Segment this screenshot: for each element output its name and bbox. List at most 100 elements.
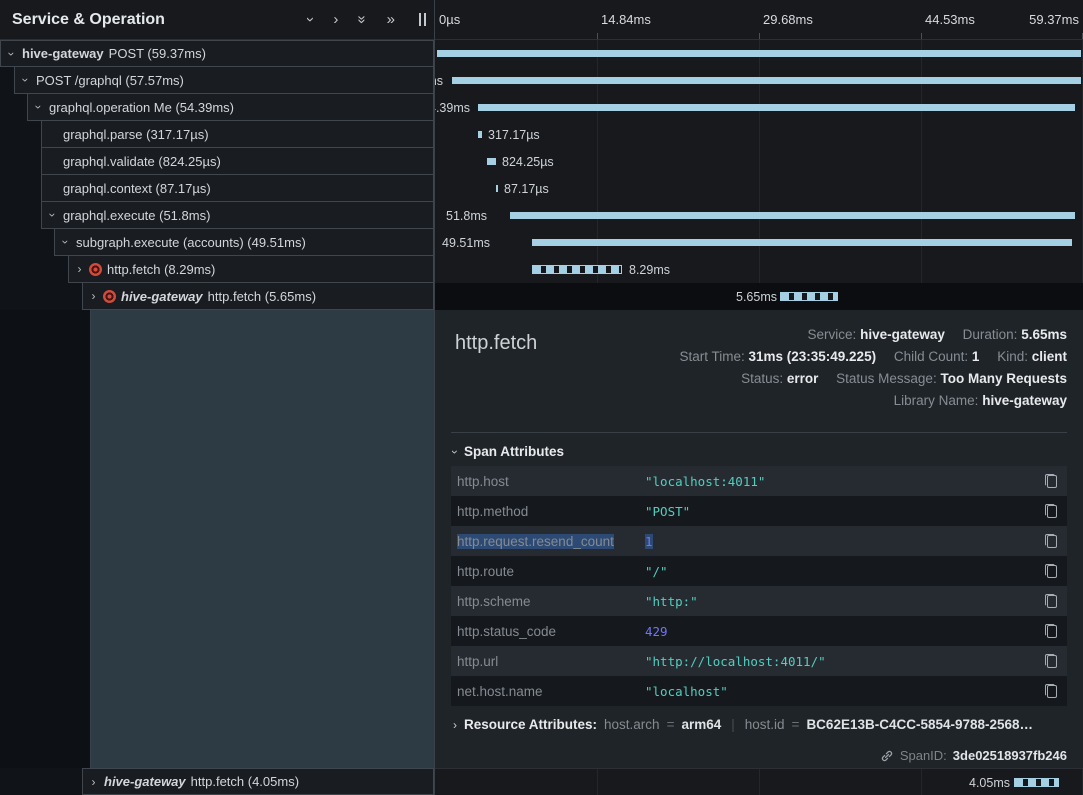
timeline-row[interactable]: 49.51ms bbox=[435, 229, 1083, 256]
tree-row[interactable]: › subgraph.execute (accounts) (49.51ms) bbox=[0, 229, 434, 256]
duration-label: 87.17µs bbox=[504, 182, 549, 196]
tree-row[interactable]: graphql.parse (317.17µs) bbox=[0, 121, 434, 148]
copy-icon[interactable] bbox=[1045, 654, 1057, 668]
timeline-bar[interactable] bbox=[437, 50, 1081, 57]
timeline-bar[interactable] bbox=[532, 239, 1072, 246]
link-icon[interactable] bbox=[880, 749, 894, 763]
span-attributes-table: http.host "localhost:4011" http.method "… bbox=[451, 466, 1067, 706]
double-chevron-down-icon[interactable]: » bbox=[355, 15, 370, 23]
tree-row[interactable]: › http.fetch (8.29ms) bbox=[0, 256, 434, 283]
timeline-bar[interactable] bbox=[478, 131, 482, 138]
chevron-right-icon[interactable]: › bbox=[88, 290, 99, 302]
copy-icon[interactable] bbox=[1045, 594, 1057, 608]
attr-row-selected[interactable]: http.request.resend_count 1 bbox=[451, 526, 1067, 556]
timeline-bar[interactable] bbox=[780, 292, 838, 301]
chevron-down-icon[interactable]: › bbox=[20, 75, 32, 86]
meta-label: Status Message: bbox=[836, 371, 937, 386]
timeline-row[interactable] bbox=[435, 40, 1083, 67]
attr-key: http.host bbox=[457, 474, 645, 489]
ruler-tickmark bbox=[759, 33, 760, 39]
chevron-down-icon[interactable]: › bbox=[6, 48, 18, 59]
copy-icon[interactable] bbox=[1045, 564, 1057, 578]
tree-header: Service & Operation › › » » bbox=[0, 0, 434, 40]
chevron-down-icon[interactable]: › bbox=[60, 237, 72, 248]
attr-row[interactable]: net.host.name "localhost" bbox=[451, 676, 1067, 706]
meta-label: Kind: bbox=[997, 349, 1028, 364]
resize-handle-icon[interactable] bbox=[419, 13, 426, 26]
service-name: hive-gateway bbox=[22, 46, 104, 61]
chevron-right-icon[interactable]: › bbox=[333, 12, 338, 27]
tree-row[interactable]: › hive-gateway POST (59.37ms) bbox=[0, 40, 434, 67]
tree-header-icons: › › » » bbox=[308, 12, 426, 27]
timeline-row[interactable]: 51.8ms bbox=[435, 202, 1083, 229]
span-attributes-toggle[interactable]: › Span Attributes bbox=[453, 444, 564, 459]
timeline-row-selected[interactable]: 5.65ms bbox=[435, 283, 1083, 310]
copy-icon[interactable] bbox=[1045, 474, 1057, 488]
timeline-bar[interactable] bbox=[487, 158, 496, 165]
timeline-bar[interactable] bbox=[532, 265, 622, 274]
chevron-right-icon[interactable]: › bbox=[74, 263, 85, 275]
attr-key: http.scheme bbox=[457, 594, 645, 609]
double-chevron-right-icon[interactable]: » bbox=[387, 12, 395, 27]
copy-icon[interactable] bbox=[1045, 624, 1057, 638]
chevron-down-icon[interactable]: › bbox=[47, 210, 59, 221]
copy-icon[interactable] bbox=[1045, 684, 1057, 698]
attr-row[interactable]: http.url "http://localhost:4011/" bbox=[451, 646, 1067, 676]
span-label: POST /graphql (57.57ms) bbox=[36, 73, 184, 88]
span-tree: › hive-gateway POST (59.37ms) › POST /gr… bbox=[0, 40, 434, 310]
timeline-row[interactable]: 4.05ms bbox=[435, 768, 1083, 795]
timeline-row[interactable]: 54.39ms bbox=[435, 94, 1083, 121]
resource-value: arm64 bbox=[681, 717, 721, 732]
duration-label: 49.51ms bbox=[442, 236, 490, 250]
timeline-bar[interactable] bbox=[478, 104, 1075, 111]
duration-label: 5.65ms bbox=[736, 290, 777, 304]
timeline-row[interactable]: 87.17µs bbox=[435, 175, 1083, 202]
timeline-row[interactable]: 824.25µs bbox=[435, 148, 1083, 175]
span-label: subgraph.execute (accounts) (49.51ms) bbox=[76, 235, 306, 250]
timeline-bar[interactable] bbox=[510, 212, 1075, 219]
duration-label: 8.29ms bbox=[629, 263, 670, 277]
panel-divider[interactable] bbox=[434, 0, 435, 795]
meta-label: Start Time: bbox=[679, 349, 744, 364]
timeline-row[interactable]: 317.17µs bbox=[435, 121, 1083, 148]
copy-icon[interactable] bbox=[1045, 504, 1057, 518]
chevron-right-icon[interactable]: › bbox=[88, 776, 99, 788]
timeline-bar[interactable] bbox=[1014, 778, 1059, 787]
meta-value: hive-gateway bbox=[860, 327, 945, 342]
section-title: Span Attributes bbox=[464, 444, 564, 459]
attr-key: http.request.resend_count bbox=[457, 534, 645, 549]
attr-row[interactable]: http.host "localhost:4011" bbox=[451, 466, 1067, 496]
tree-row[interactable]: › hive-gateway http.fetch (4.05ms) bbox=[0, 768, 434, 795]
resource-key: host.arch bbox=[604, 717, 660, 732]
timeline-row[interactable]: 8.29ms bbox=[435, 256, 1083, 283]
gridline bbox=[597, 769, 598, 795]
copy-icon[interactable] bbox=[1045, 534, 1057, 548]
tree-row-selected[interactable]: › hive-gateway http.fetch (5.65ms) bbox=[0, 283, 434, 310]
meta-value: 31ms (23:35:49.225) bbox=[748, 349, 876, 364]
attr-row[interactable]: http.route "/" bbox=[451, 556, 1067, 586]
attr-value: "localhost" bbox=[645, 684, 1033, 699]
tree-row[interactable]: › POST /graphql (57.57ms) bbox=[0, 67, 434, 94]
attr-key: http.route bbox=[457, 564, 645, 579]
meta-line: Status: error Status Message: Too Many R… bbox=[679, 368, 1067, 390]
timeline-bar[interactable] bbox=[496, 185, 498, 192]
duration-label: 317.17µs bbox=[488, 128, 540, 142]
tree-row[interactable]: › graphql.execute (51.8ms) bbox=[0, 202, 434, 229]
attr-row[interactable]: http.scheme "http:" bbox=[451, 586, 1067, 616]
timeline-row[interactable]: 57.57ms bbox=[435, 67, 1083, 94]
tree-row[interactable]: graphql.context (87.17µs) bbox=[0, 175, 434, 202]
span-id-value[interactable]: 3de02518937fb246 bbox=[953, 748, 1067, 763]
tree-row[interactable]: › graphql.operation Me (54.39ms) bbox=[0, 94, 434, 121]
span-label: http.fetch (4.05ms) bbox=[191, 774, 299, 789]
span-id: SpanID: 3de02518937fb246 bbox=[880, 748, 1067, 763]
tree-empty-area bbox=[0, 310, 434, 768]
service-name: hive-gateway bbox=[121, 289, 203, 304]
attr-row[interactable]: http.status_code 429 bbox=[451, 616, 1067, 646]
timeline-bar[interactable] bbox=[452, 77, 1081, 84]
attr-row[interactable]: http.method "POST" bbox=[451, 496, 1067, 526]
bottom-row: › hive-gateway http.fetch (4.05ms) 4.05m… bbox=[0, 768, 1083, 795]
chevron-down-icon[interactable]: › bbox=[33, 102, 45, 113]
tree-row[interactable]: graphql.validate (824.25µs) bbox=[0, 148, 434, 175]
chevron-down-icon[interactable]: › bbox=[303, 17, 318, 22]
resource-attributes-toggle[interactable]: › Resource Attributes: host.arch = arm64… bbox=[453, 717, 1067, 732]
